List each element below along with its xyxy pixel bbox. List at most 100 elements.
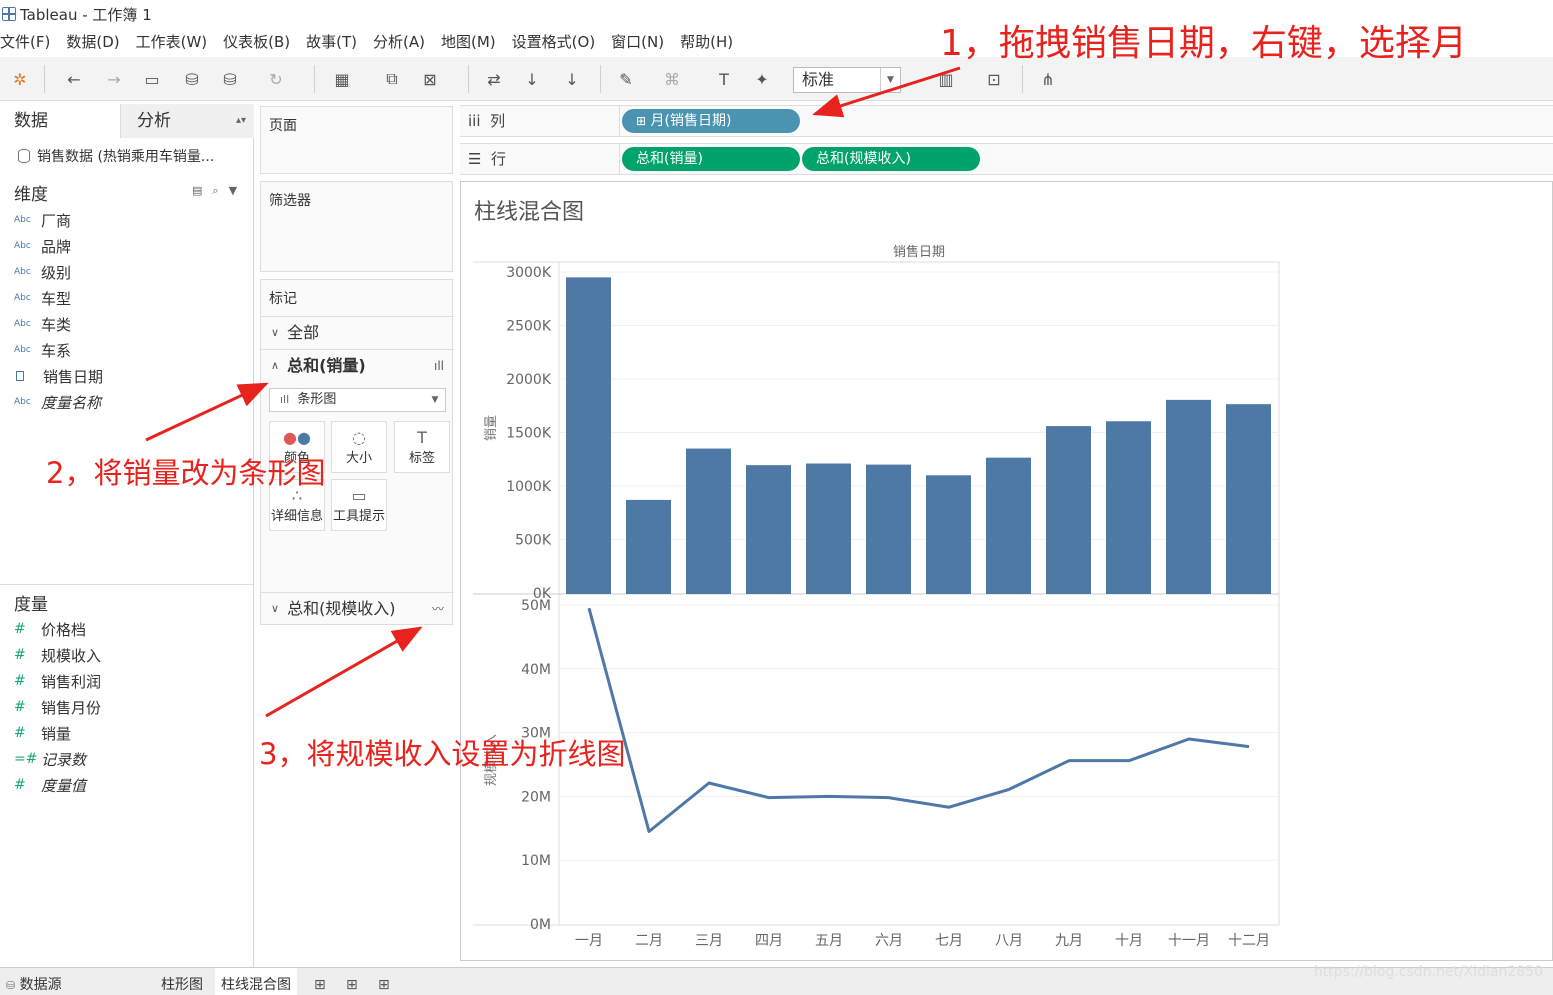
annotation-step-3: 3，将规模收入设置为折线图 bbox=[259, 737, 626, 771]
pill-label: 月(销售日期) bbox=[650, 113, 732, 129]
sheet-tab-bar-chart[interactable]: 柱形图 bbox=[155, 968, 209, 995]
menu-window[interactable]: 窗口(N) bbox=[603, 30, 672, 54]
pages-card[interactable]: 页面 bbox=[260, 106, 453, 174]
field-measure-profit[interactable]: # 销售利润 bbox=[14, 669, 101, 693]
save-icon[interactable]: ▭ bbox=[140, 67, 164, 91]
size-button[interactable]: ◌ 大小 bbox=[331, 421, 387, 473]
month-sale-date-pill[interactable]: ⊞ 月(销售日期) bbox=[622, 109, 800, 133]
columns-shelf[interactable]: iii 列 ⊞ 月(销售日期) bbox=[460, 105, 1553, 137]
menu-worksheet[interactable]: 工作表(W) bbox=[128, 30, 216, 54]
shelf-divider bbox=[619, 106, 620, 136]
field-label: 级别 bbox=[41, 263, 72, 282]
field-dimension-measure-names[interactable]: Abc 度量名称 bbox=[14, 390, 101, 414]
menu-map[interactable]: 地图(M) bbox=[433, 30, 504, 54]
sort-descending-icon[interactable]: ↓ bbox=[560, 67, 584, 91]
datasource-item[interactable]: 销售数据 (热销乘用车销量... bbox=[18, 146, 214, 166]
search-icon[interactable]: ⌕ bbox=[212, 184, 218, 198]
tableau-home-icon[interactable]: ✲ bbox=[8, 67, 32, 91]
sum-sales-pill[interactable]: 总和(销量) bbox=[622, 147, 800, 171]
pin-axes-icon[interactable]: ✦ bbox=[750, 67, 774, 91]
menu-format[interactable]: 设置格式(O) bbox=[504, 30, 604, 54]
sheet-tab-combo-chart[interactable]: 柱线混合图 bbox=[215, 968, 297, 995]
field-measure-sale-month[interactable]: # 销售月份 bbox=[14, 695, 101, 719]
worksheet-view[interactable]: 柱线混合图 销售日期 一月 二月 三月 四月 五月 六月 七月 八月 九月 十月 十一月 十二月 0K 500… bbox=[460, 181, 1553, 961]
redo-icon[interactable]: → bbox=[102, 67, 126, 91]
presentation-mode-icon[interactable]: ⊡ bbox=[982, 67, 1006, 91]
column-header: 销售日期 bbox=[893, 244, 945, 260]
calculated-number-icon: =# bbox=[14, 751, 38, 767]
list-view-icon[interactable]: ▤ bbox=[192, 184, 202, 198]
sort-ascending-icon[interactable]: ↓ bbox=[520, 67, 544, 91]
pane-divider[interactable] bbox=[0, 584, 254, 585]
rows-label-text: 行 bbox=[491, 150, 507, 168]
x-tick-label: 二月 bbox=[635, 933, 663, 949]
marks-all-row[interactable]: ∨ 全部 bbox=[261, 316, 454, 348]
string-type-icon: Abc bbox=[14, 345, 31, 355]
bar bbox=[866, 464, 911, 594]
new-datasource-icon[interactable]: ⛁ bbox=[180, 67, 204, 91]
datasource-tab[interactable]: ⛁ 数据源 bbox=[0, 968, 68, 995]
field-dimension-brand[interactable]: Abc 品牌 bbox=[14, 234, 71, 258]
menu-file[interactable]: 文件(F) bbox=[0, 30, 58, 54]
sum-revenue-pill[interactable]: 总和(规模收入) bbox=[802, 147, 980, 171]
marks-sales-row[interactable]: ∧ 总和(销量) ıll bbox=[261, 349, 454, 381]
bar bbox=[746, 465, 791, 594]
field-label: 车类 bbox=[41, 315, 72, 334]
y-tick-label: 40M bbox=[521, 662, 551, 678]
new-worksheet-icon[interactable]: ⊞ bbox=[314, 970, 326, 995]
new-dashboard-icon[interactable]: ⊞ bbox=[346, 970, 358, 995]
field-dimension-sale-date[interactable]: 销售日期 bbox=[14, 364, 103, 388]
field-measure-record-count[interactable]: =# 记录数 bbox=[14, 747, 86, 771]
field-dimension-level[interactable]: Abc 级别 bbox=[14, 260, 71, 284]
label-button[interactable]: T 标签 bbox=[394, 421, 450, 473]
menu-story[interactable]: 故事(T) bbox=[298, 30, 365, 54]
number-type-icon: # bbox=[14, 699, 26, 715]
dimensions-title: 维度 bbox=[14, 185, 48, 205]
field-measure-measure-values[interactable]: # 度量值 bbox=[14, 773, 86, 797]
tooltip-button[interactable]: ▭ 工具提示 bbox=[331, 479, 387, 531]
field-dimension-category[interactable]: Abc 车类 bbox=[14, 312, 71, 336]
swap-rows-columns-icon[interactable]: ⇄ bbox=[482, 67, 506, 91]
highlight-icon[interactable]: ✎ bbox=[614, 67, 638, 91]
show-labels-icon[interactable]: T bbox=[712, 67, 736, 91]
field-measure-revenue[interactable]: # 规模收入 bbox=[14, 643, 101, 667]
rows-shelf[interactable]: ☰ 行 总和(销量) 总和(规模收入) bbox=[460, 143, 1553, 175]
duplicate-sheet-icon[interactable]: ⧉ bbox=[380, 67, 404, 91]
refresh-icon[interactable]: ↻ bbox=[264, 67, 288, 91]
pause-updates-icon[interactable]: ⛁ bbox=[218, 67, 242, 91]
menu-help[interactable]: 帮助(H) bbox=[672, 30, 741, 54]
new-story-icon[interactable]: ⊞ bbox=[378, 970, 390, 995]
fit-select[interactable]: 标准 ▼ bbox=[793, 67, 901, 93]
filters-card[interactable]: 筛选器 bbox=[260, 181, 453, 272]
field-measure-price-tier[interactable]: # 价格档 bbox=[14, 617, 86, 641]
bar bbox=[1046, 426, 1091, 594]
show-me-icon[interactable]: ▥ bbox=[934, 67, 958, 91]
undo-icon[interactable]: ← bbox=[62, 67, 86, 91]
mark-type-select[interactable]: ıll 条形图 ▼ bbox=[269, 388, 446, 412]
new-worksheet-icon[interactable]: ▦ bbox=[330, 67, 354, 91]
filters-title: 筛选器 bbox=[269, 193, 311, 209]
tooltip-bubble-icon: ▭ bbox=[351, 486, 367, 505]
chevron-down-icon[interactable]: ▼ bbox=[229, 184, 237, 198]
field-measure-sales[interactable]: # 销量 bbox=[14, 721, 71, 745]
share-icon[interactable]: ⋔ bbox=[1036, 67, 1060, 91]
clear-sheet-icon[interactable]: ⊠ bbox=[418, 67, 442, 91]
field-label: 销售月份 bbox=[41, 698, 102, 717]
tab-data[interactable]: 数据 bbox=[0, 104, 120, 138]
x-tick-label: 四月 bbox=[755, 933, 783, 949]
marks-revenue-row[interactable]: ∨ 总和(规模收入) 〰 bbox=[261, 592, 454, 624]
series-line bbox=[587, 607, 1250, 833]
y-tick-label: 0M bbox=[530, 917, 551, 933]
string-type-icon: Abc bbox=[14, 319, 31, 329]
y-tick-label: 1500K bbox=[506, 426, 552, 442]
menu-analysis[interactable]: 分析(A) bbox=[365, 30, 433, 54]
field-dimension-model[interactable]: Abc 车型 bbox=[14, 286, 71, 310]
field-dimension-series[interactable]: Abc 车系 bbox=[14, 338, 71, 362]
group-icon[interactable]: ⌘ bbox=[660, 67, 684, 91]
menu-dashboard[interactable]: 仪表板(B) bbox=[215, 30, 298, 54]
marks-sales-label: 总和(销量) bbox=[287, 355, 366, 375]
datasource-label: 销售数据 (热销乘用车销量... bbox=[37, 149, 215, 165]
tab-analysis[interactable]: 分析 ▴▾ bbox=[120, 104, 254, 138]
menu-data[interactable]: 数据(D) bbox=[58, 30, 127, 54]
field-dimension-manufacturer[interactable]: Abc 厂商 bbox=[14, 208, 71, 232]
